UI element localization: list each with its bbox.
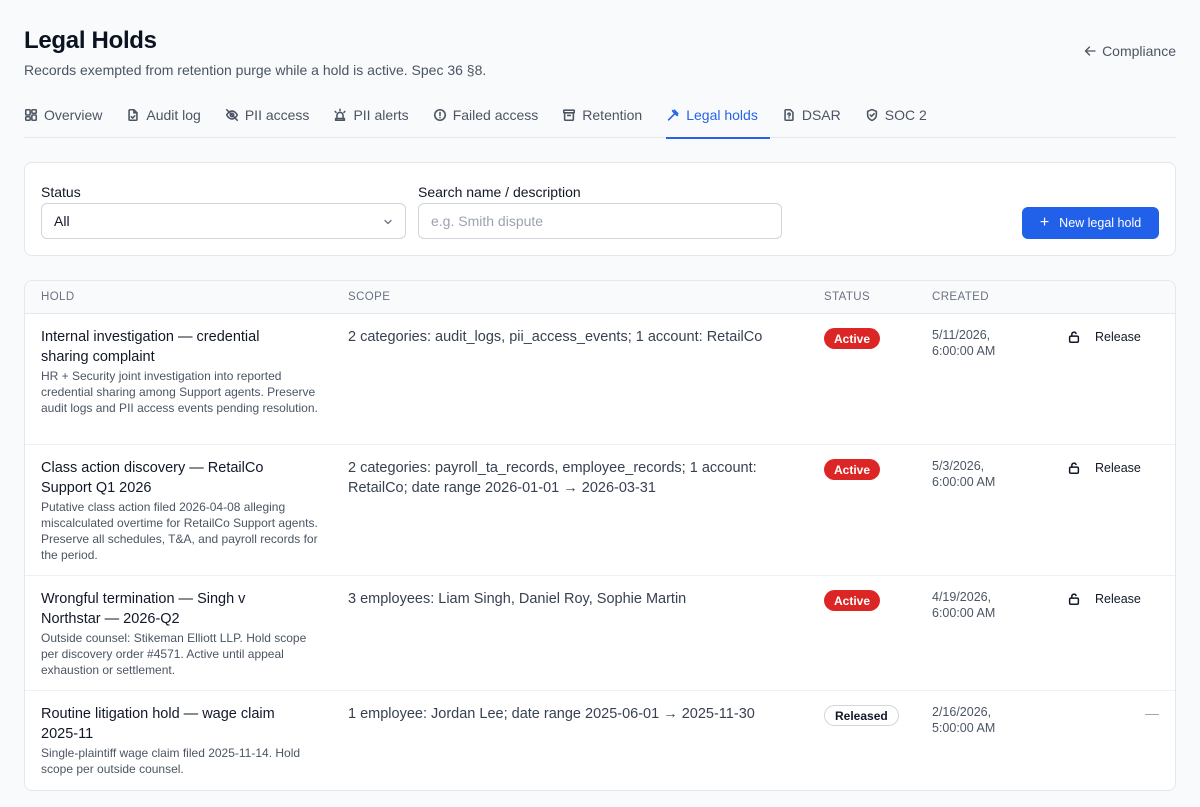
- file-question-icon: [784, 108, 794, 121]
- page-subtitle: Records exempted from retention purge wh…: [24, 62, 487, 78]
- tab-failed-access[interactable]: Failed access: [433, 97, 551, 138]
- release-label: Release: [1095, 330, 1141, 344]
- created-timestamp: 5/3/2026, 6:00:00 AM: [932, 458, 1032, 490]
- unlock-icon: [1068, 331, 1080, 343]
- release-button[interactable]: Release: [1067, 330, 1141, 344]
- created-date: 5/3/2026,: [932, 459, 985, 473]
- arrow-left-icon: [1084, 46, 1096, 56]
- release-button[interactable]: Release: [1067, 592, 1141, 606]
- tab-bar: Overview Audit log PII access PII alerts…: [24, 97, 1176, 139]
- tab-label: Overview: [44, 106, 103, 123]
- table-row: Wrongful termination — Singh v Northstar…: [25, 576, 1175, 691]
- table-row: Class action discovery — RetailCo Suppor…: [25, 445, 1175, 576]
- status-select-value: All: [54, 213, 70, 229]
- status-badge: Active: [824, 328, 881, 349]
- created-date: 2/16/2026,: [932, 705, 992, 719]
- status-filter-label: Status: [41, 184, 81, 200]
- hold-description: HR + Security joint investigation into r…: [41, 369, 318, 415]
- tab-label: Retention: [582, 106, 643, 123]
- tab-label: PII access: [244, 106, 310, 123]
- siren-icon: [334, 108, 347, 121]
- table-row: Routine litigation hold — wage claim 202…: [25, 691, 1175, 790]
- tab-retention[interactable]: Retention: [562, 97, 654, 138]
- page-title: Legal Holds: [24, 27, 157, 54]
- table-row: Internal investigation — credential shar…: [25, 314, 1175, 445]
- tab-label: PII alerts: [353, 106, 409, 123]
- created-timestamp: 4/19/2026, 6:00:00 AM: [932, 589, 1032, 621]
- created-timestamp: 2/16/2026, 5:00:00 AM: [932, 704, 1032, 736]
- created-time: 5:00:00 AM: [932, 721, 996, 735]
- tab-label: Legal holds: [686, 106, 758, 123]
- created-date: 4/19/2026,: [932, 590, 992, 604]
- legal-holds-table: HOLD SCOPE STATUS CREATED Internal inves…: [24, 280, 1176, 791]
- back-to-compliance-link[interactable]: Compliance: [1084, 43, 1176, 59]
- new-legal-hold-label: New legal hold: [1059, 216, 1142, 230]
- search-filter-label: Search name / description: [418, 184, 581, 200]
- alert-circle-icon: [433, 108, 446, 121]
- filter-panel: Status All Search name / description + N…: [24, 162, 1176, 256]
- tab-label: SOC 2: [884, 106, 927, 123]
- tab-overview[interactable]: Overview: [24, 97, 114, 138]
- created-timestamp: 5/11/2026, 6:00:00 AM: [932, 327, 1032, 359]
- created-time: 6:00:00 AM: [932, 606, 996, 620]
- created-date: 5/11/2026,: [932, 328, 991, 342]
- grid-icon: [24, 108, 38, 121]
- file-icon: [128, 108, 139, 121]
- hold-scope: 2 categories: payroll_ta_records, employ…: [348, 460, 757, 496]
- tab-dsar[interactable]: DSAR: [782, 97, 853, 138]
- gavel-icon: [668, 108, 679, 121]
- column-header-created: CREATED: [932, 291, 989, 303]
- unlock-icon: [1068, 462, 1080, 474]
- table-header: HOLD SCOPE STATUS CREATED: [25, 281, 1175, 314]
- status-badge: Released: [824, 705, 899, 726]
- tab-legal-holds[interactable]: Legal holds: [666, 97, 770, 139]
- tab-soc2[interactable]: SOC 2: [865, 97, 939, 138]
- status-badge: Active: [824, 590, 881, 611]
- tab-pii-access[interactable]: PII access: [225, 97, 322, 138]
- unlock-icon: [1068, 593, 1080, 605]
- chevron-down-icon: [384, 219, 392, 225]
- tab-label: Audit log: [146, 106, 201, 123]
- status-select[interactable]: All: [41, 203, 406, 239]
- hold-scope: 2 categories: audit_logs, pii_access_eve…: [348, 329, 763, 345]
- eye-off-icon: [225, 108, 238, 121]
- tab-label: DSAR: [801, 106, 841, 123]
- hold-description: Putative class action filed 2026-04-08 a…: [41, 500, 318, 562]
- hold-description: Outside counsel: Stikeman Elliott LLP. H…: [41, 631, 307, 677]
- tab-audit-log[interactable]: Audit log: [126, 97, 212, 138]
- hold-name: Internal investigation — credential shar…: [41, 329, 260, 365]
- column-header-scope: SCOPE: [348, 291, 391, 303]
- no-action-dash: —: [1145, 705, 1159, 721]
- plus-icon: +: [1039, 213, 1050, 231]
- release-label: Release: [1095, 461, 1141, 475]
- status-badge: Active: [824, 459, 881, 480]
- column-header-hold: HOLD: [41, 291, 75, 303]
- hold-name: Wrongful termination — Singh v Northstar…: [41, 591, 246, 627]
- created-time: 6:00:00 AM: [932, 475, 996, 489]
- tab-pii-alerts[interactable]: PII alerts: [333, 97, 420, 138]
- tab-label: Failed access: [452, 106, 539, 123]
- column-header-status: STATUS: [824, 291, 871, 303]
- hold-name: Routine litigation hold — wage claim 202…: [41, 706, 275, 742]
- hold-description: Single-plaintiff wage claim filed 2025-1…: [41, 746, 301, 776]
- new-legal-hold-button[interactable]: + New legal hold: [1022, 207, 1159, 239]
- search-input[interactable]: [418, 203, 782, 239]
- hold-scope: 1 employee: Jordan Lee; date range 2025-…: [348, 706, 755, 722]
- back-link-label: Compliance: [1102, 43, 1176, 59]
- release-button[interactable]: Release: [1067, 461, 1141, 475]
- hold-name: Class action discovery — RetailCo Suppor…: [41, 460, 264, 496]
- archive-icon: [563, 108, 576, 121]
- shield-icon: [866, 108, 877, 121]
- release-label: Release: [1095, 592, 1141, 606]
- hold-scope: 3 employees: Liam Singh, Daniel Roy, Sop…: [348, 591, 687, 607]
- created-time: 6:00:00 AM: [932, 344, 996, 358]
